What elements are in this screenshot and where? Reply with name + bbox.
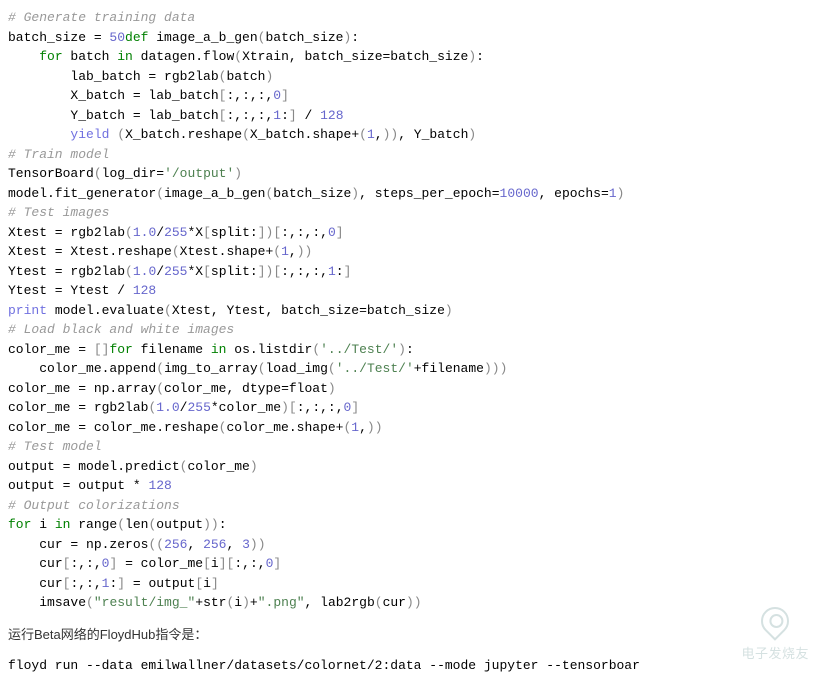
code-line: # Load black and white images (8, 320, 811, 340)
code-line: color_me = []for filename in os.listdir(… (8, 340, 811, 360)
code-line: model.fit_generator(image_a_b_gen(batch_… (8, 184, 811, 204)
code-line: batch_size = 50def image_a_b_gen(batch_s… (8, 28, 811, 48)
code-line: # Generate training data (8, 8, 811, 28)
code-line: TensorBoard(log_dir='/output') (8, 164, 811, 184)
code-line: lab_batch = rgb2lab(batch) (8, 67, 811, 87)
code-line: cur[:,:,0] = color_me[i][:,:,0] (8, 554, 811, 574)
code-line: for i in range(len(output)): (8, 515, 811, 535)
code-line: output = output * 128 (8, 476, 811, 496)
prose-text: 运行Beta网络的FloydHub指令是： (8, 625, 811, 645)
command-line: floyd run --data emilwallner/datasets/co… (8, 656, 811, 676)
code-line: cur = np.zeros((256, 256, 3)) (8, 535, 811, 555)
code-line: color_me = rgb2lab(1.0/255*color_me)[:,:… (8, 398, 811, 418)
code-line: imsave("result/img_"+str(i)+".png", lab2… (8, 593, 811, 613)
code-line: X_batch = lab_batch[:,:,:,0] (8, 86, 811, 106)
code-line: for batch in datagen.flow(Xtrain, batch_… (8, 47, 811, 67)
code-line: # Train model (8, 145, 811, 165)
code-block: # Generate training databatch_size = 50d… (8, 8, 811, 613)
code-line: Xtest = rgb2lab(1.0/255*X[split:])[:,:,:… (8, 223, 811, 243)
code-line: Ytest = rgb2lab(1.0/255*X[split:])[:,:,:… (8, 262, 811, 282)
code-line: Xtest = Xtest.reshape(Xtest.shape+(1,)) (8, 242, 811, 262)
code-line: color_me = np.array(color_me, dtype=floa… (8, 379, 811, 399)
code-line: # Output colorizations (8, 496, 811, 516)
code-line: color_me = color_me.reshape(color_me.sha… (8, 418, 811, 438)
code-line: print model.evaluate(Xtest, Ytest, batch… (8, 301, 811, 321)
code-line: output = model.predict(color_me) (8, 457, 811, 477)
code-line: yield (X_batch.reshape(X_batch.shape+(1,… (8, 125, 811, 145)
code-line: # Test model (8, 437, 811, 457)
code-line: Y_batch = lab_batch[:,:,:,1:] / 128 (8, 106, 811, 126)
code-line: cur[:,:,1:] = output[i] (8, 574, 811, 594)
code-line: Ytest = Ytest / 128 (8, 281, 811, 301)
code-line: # Test images (8, 203, 811, 223)
code-line: color_me.append(img_to_array(load_img('.… (8, 359, 811, 379)
